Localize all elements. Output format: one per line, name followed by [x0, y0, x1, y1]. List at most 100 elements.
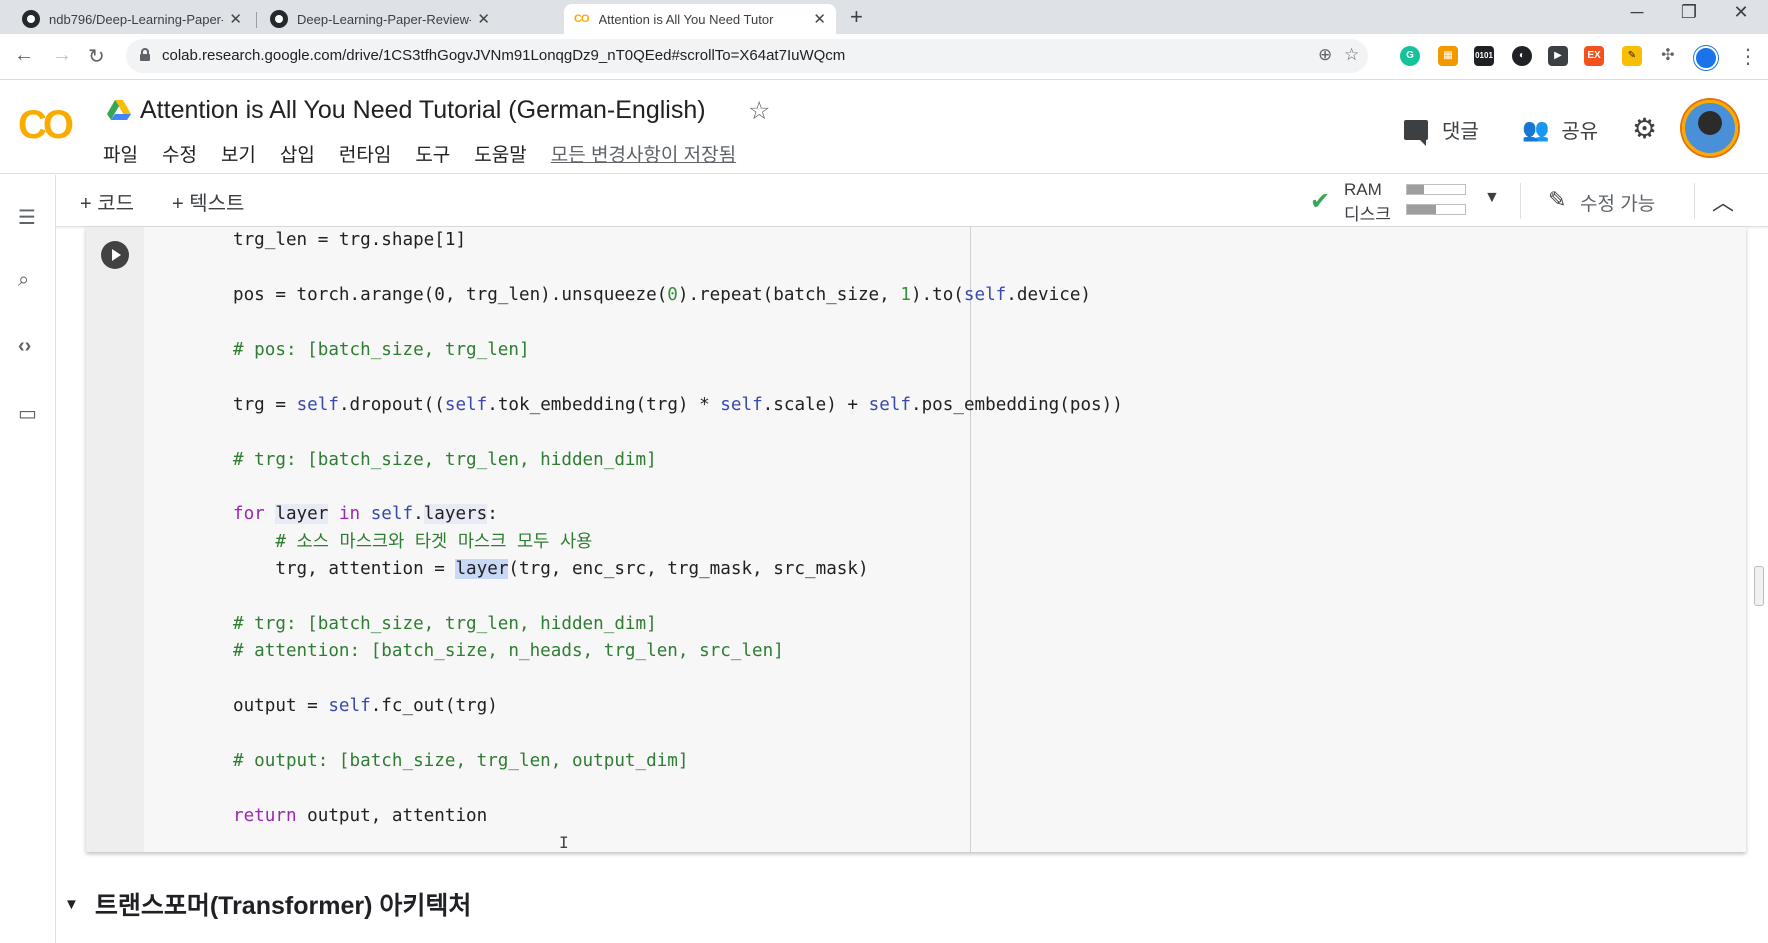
section-header[interactable]: ▼ 트랜스포머(Transformer) 아키텍처 [64, 886, 471, 922]
colab-favicon-icon: CO [574, 13, 589, 25]
restore-icon[interactable]: ❐ [1666, 2, 1712, 23]
code-line[interactable]: # output: [batch_size, trg_len, output_d… [233, 748, 1123, 775]
comment-button[interactable]: 댓글 [1404, 115, 1479, 146]
code-line[interactable]: for layer in self.layers: [233, 501, 1123, 528]
url-text[interactable]: colab.research.google.com/drive/1CS3tfhG… [162, 47, 845, 64]
menu-insert[interactable]: 삽입 [280, 140, 315, 167]
code-line[interactable] [233, 720, 1123, 747]
code-line[interactable]: output = self.fc_out(trg) [233, 693, 1123, 720]
zoom-icon[interactable]: ⊕ [1318, 45, 1332, 65]
code-cell[interactable]: batch_size = trg.shape[0]trg_len = trg.s… [86, 227, 1746, 852]
ram-usage-bar[interactable] [1406, 184, 1466, 195]
code-line[interactable] [233, 775, 1123, 802]
chevron-down-icon[interactable]: ▼ [1484, 189, 1500, 207]
scrollbar-thumb[interactable] [1754, 566, 1764, 606]
extension-pen-icon[interactable]: ✎ [1622, 46, 1642, 66]
code-line[interactable] [233, 474, 1123, 501]
share-button[interactable]: 👥 공유 [1522, 115, 1598, 144]
colab-header: CO Attention is All You Need Tutorial (G… [0, 80, 1768, 174]
disk-label: 디스크 [1344, 205, 1391, 224]
check-icon: ✔ [1310, 188, 1331, 215]
menu-tools[interactable]: 도구 [415, 140, 450, 167]
code-line[interactable]: # attention: [batch_size, n_heads, trg_l… [233, 638, 1123, 665]
code-line[interactable] [233, 310, 1123, 337]
back-icon[interactable]: ← [14, 44, 34, 67]
menu-bar: 파일 수정 보기 삽입 런타임 도구 도움말 모든 변경사항이 저장됨 [103, 140, 760, 167]
pencil-icon[interactable]: ✎ [1548, 187, 1566, 213]
browser-tab-1[interactable]: ndb796/Deep-Learning-Paper-R ✕ [12, 4, 252, 34]
code-line[interactable]: pos = torch.arange(0, trg_len).unsqueeze… [233, 282, 1123, 309]
add-text-button[interactable]: + 텍스트 [172, 187, 244, 216]
folder-icon[interactable]: ▭ [18, 401, 37, 426]
saved-status[interactable]: 모든 변경사항이 저장됨 [551, 140, 736, 167]
window-close-icon[interactable]: ✕ [1718, 2, 1764, 23]
code-line[interactable]: # trg: [batch_size, trg_len, hidden_dim] [233, 447, 1123, 474]
extension-ex-icon[interactable]: EX [1584, 46, 1604, 66]
search-icon[interactable]: ⌕ [18, 269, 29, 292]
colab-logo[interactable]: CO [18, 103, 74, 148]
code-snippets-icon[interactable]: ‹› [18, 335, 31, 358]
camera-icon[interactable]: ▶ [1548, 46, 1568, 66]
browser-tab-2[interactable]: Deep-Learning-Paper-Review-ar ✕ [260, 4, 500, 34]
forward-icon[interactable]: → [52, 44, 72, 67]
extension-circle-icon[interactable]: ◐ [1512, 46, 1532, 66]
new-tab-button[interactable]: + [850, 4, 863, 30]
close-icon[interactable]: ✕ [477, 10, 490, 28]
share-label: 공유 [1561, 121, 1599, 143]
notebook-toolbar: + 코드 + 텍스트 ✔ RAM 디스크 ▼ ✎ 수정 가능 ︿ [0, 175, 1768, 227]
close-icon[interactable]: ✕ [229, 10, 242, 28]
ram-usage-fill [1407, 185, 1425, 194]
collapse-triangle-icon[interactable]: ▼ [64, 896, 79, 913]
code-line[interactable]: # trg: [batch_size, trg_len, hidden_dim] [233, 611, 1123, 638]
google-drive-icon[interactable] [107, 100, 131, 120]
binary-extension-icon[interactable]: 0101 [1474, 46, 1494, 66]
avatar[interactable] [1682, 100, 1738, 156]
chevron-up-icon[interactable]: ︿ [1712, 185, 1734, 217]
close-icon[interactable]: ✕ [813, 10, 826, 28]
tab-title: Deep-Learning-Paper-Review-ar [297, 11, 472, 27]
toolbar-divider [1694, 183, 1695, 219]
browser-tab-3[interactable]: CO Attention is All You Need Tutor ✕ [564, 4, 836, 34]
gear-icon[interactable]: ⚙ [1632, 112, 1657, 145]
cell-gutter [86, 227, 144, 852]
github-icon [22, 10, 40, 28]
code-line[interactable]: return output, attention [233, 803, 1123, 830]
section-title: 트랜스포머(Transformer) 아키텍처 [94, 892, 472, 920]
run-cell-icon[interactable] [101, 241, 129, 269]
table-of-contents-icon[interactable]: ☰ [18, 205, 36, 230]
more-vert-icon[interactable]: ⋮ [1738, 44, 1758, 69]
notebook-title[interactable]: Attention is All You Need Tutorial (Germ… [140, 96, 706, 125]
add-code-button[interactable]: + 코드 [80, 187, 134, 216]
code-editor[interactable]: batch_size = trg.shape[0]trg_len = trg.s… [233, 227, 1123, 830]
minimize-icon[interactable]: ─ [1614, 2, 1660, 23]
code-line[interactable]: trg_len = trg.shape[1] [233, 227, 1123, 254]
code-line[interactable]: trg, attention = layer(trg, enc_src, trg… [233, 556, 1123, 583]
edit-mode-label[interactable]: 수정 가능 [1580, 189, 1655, 216]
menu-runtime[interactable]: 런타임 [339, 140, 391, 167]
reload-icon[interactable]: ↻ [88, 44, 105, 69]
colab-logo-text: CO [18, 103, 74, 147]
code-line[interactable]: trg = self.dropout((self.tok_embedding(t… [233, 392, 1123, 419]
address-bar[interactable]: colab.research.google.com/drive/1CS3tfhG… [126, 39, 1368, 73]
extension-layout-icon[interactable]: ▦ [1438, 46, 1458, 66]
browser-tab-strip: ndb796/Deep-Learning-Paper-R ✕ Deep-Lear… [0, 0, 1768, 34]
profile-icon[interactable] [1694, 46, 1718, 70]
disk-usage-fill [1407, 205, 1436, 214]
code-line[interactable] [233, 583, 1123, 610]
code-line[interactable]: # 소스 마스크와 타겟 마스크 모두 사용 [233, 529, 1123, 556]
code-line[interactable] [233, 419, 1123, 446]
disk-usage-bar[interactable] [1406, 204, 1466, 215]
menu-help[interactable]: 도움말 [474, 140, 526, 167]
code-line[interactable] [233, 364, 1123, 391]
bookmark-star-icon[interactable]: ☆ [1344, 45, 1359, 65]
code-line[interactable] [233, 666, 1123, 693]
code-line[interactable]: # pos: [batch_size, trg_len] [233, 337, 1123, 364]
grammarly-icon[interactable]: G [1400, 46, 1420, 66]
extensions-puzzle-icon[interactable]: ✣ [1658, 46, 1678, 66]
code-line[interactable] [233, 255, 1123, 282]
star-icon[interactable]: ☆ [748, 96, 770, 126]
menu-file[interactable]: 파일 [103, 140, 138, 167]
menu-edit[interactable]: 수정 [162, 140, 197, 167]
tab-divider [256, 12, 257, 28]
menu-view[interactable]: 보기 [221, 140, 256, 167]
